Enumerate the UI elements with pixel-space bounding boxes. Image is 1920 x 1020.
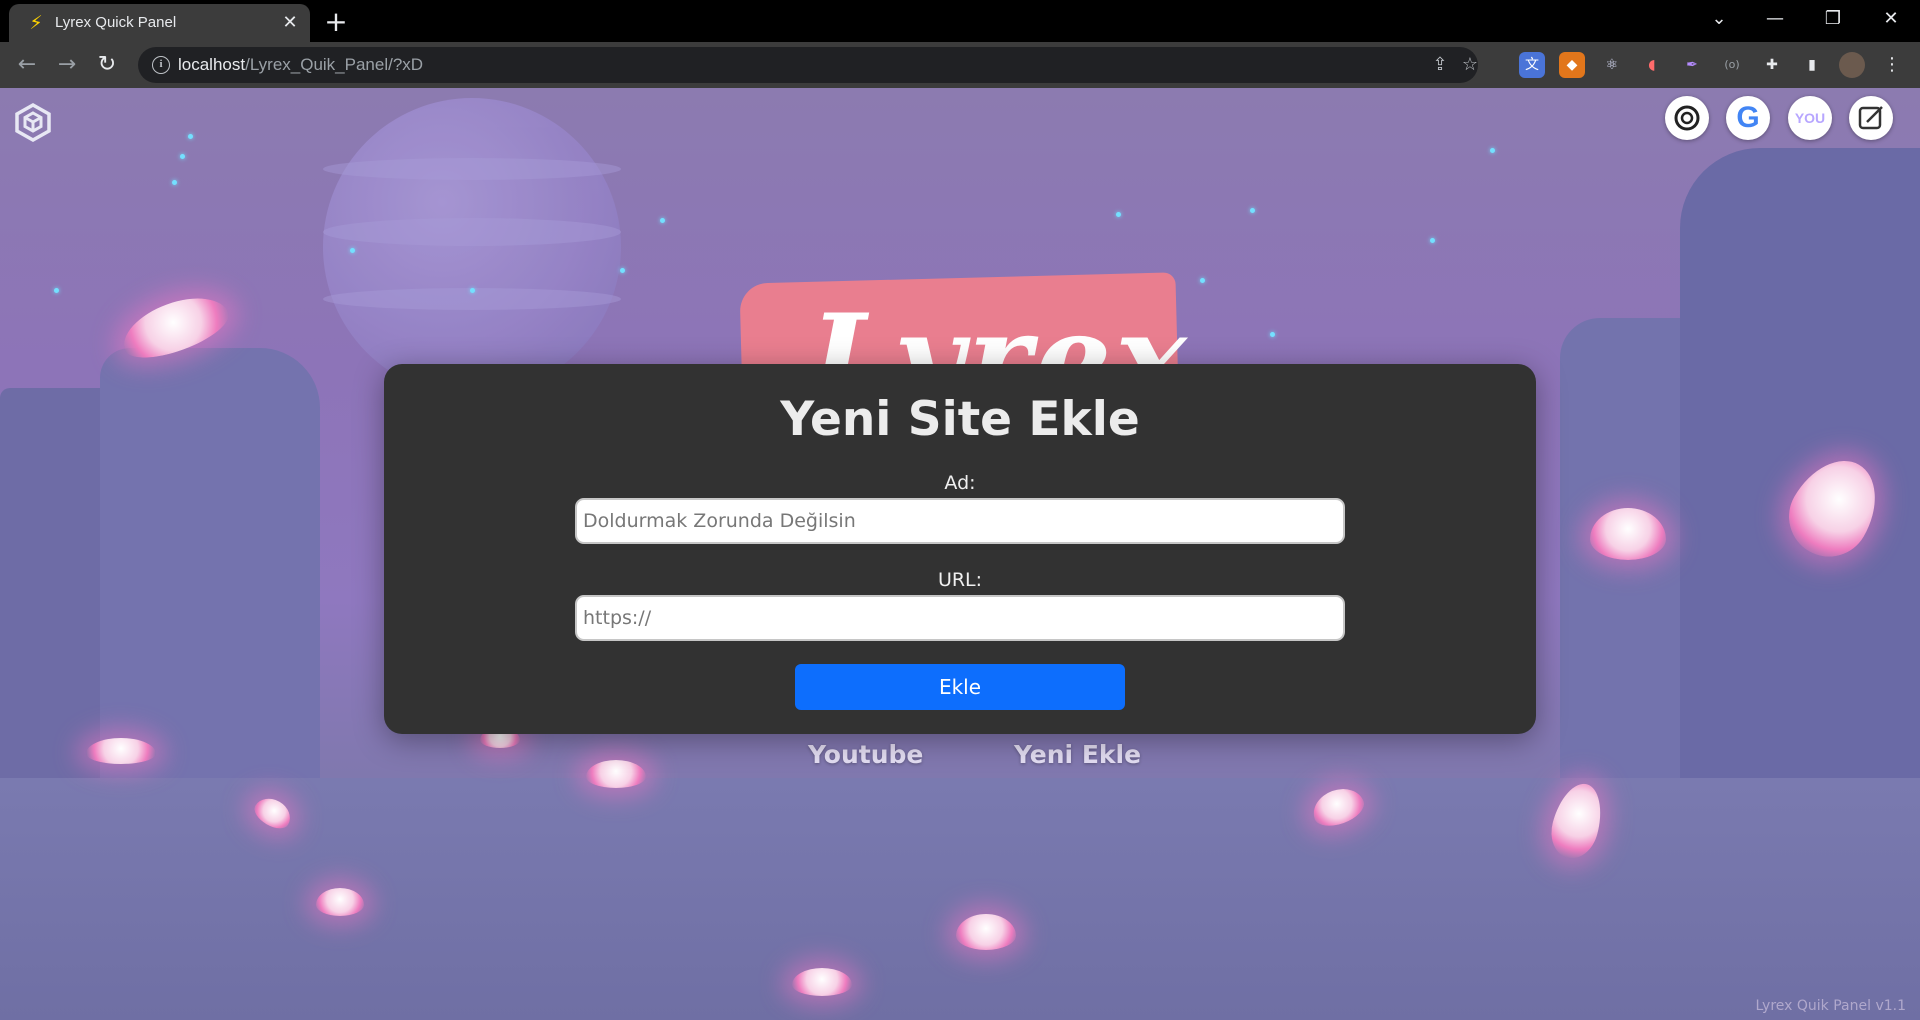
tab-strip: ⚡ Lyrex Quick Panel ✕ + ⌄ — ❐ ✕ [0, 0, 1920, 42]
url-label: URL: [937, 569, 983, 591]
minimize-icon[interactable]: — [1752, 0, 1798, 38]
add-site-modal: Yeni Site Ekle Ad: URL: Ekle [384, 364, 1536, 734]
forward-icon[interactable]: → [51, 49, 83, 81]
bracket-icon[interactable]: (o) [1719, 52, 1745, 78]
feather-icon[interactable]: ✒ [1679, 52, 1705, 78]
tab-search-icon[interactable]: ⌄ [1696, 0, 1742, 38]
lightning-icon: ⚡ [29, 12, 43, 34]
reload-icon[interactable]: ↻ [91, 49, 123, 81]
bookmark-star-icon[interactable]: ☆ [1458, 53, 1482, 77]
site-info-icon[interactable]: i [152, 56, 170, 74]
version-label: Lyrex Quik Panel v1.1 [1755, 998, 1906, 1014]
tab-title: Lyrex Quick Panel [55, 14, 177, 31]
google-icon[interactable]: G [1726, 96, 1770, 140]
edit-icon[interactable] [1849, 96, 1893, 140]
share-icon[interactable]: ⇪ [1428, 53, 1452, 77]
cube-icon[interactable] [13, 102, 53, 142]
puzzle-icon[interactable]: ✚ [1759, 52, 1785, 78]
name-label: Ad: [944, 472, 976, 494]
menu-icon[interactable]: ⋮ [1879, 52, 1905, 78]
address-bar[interactable]: i localhost/Lyrex_Quik_Panel/?xD ⇪ ☆ [138, 47, 1478, 83]
openai-icon[interactable] [1665, 96, 1709, 140]
planet-illustration [323, 98, 621, 396]
page-viewport: Lyrex G YOU Youtube Yeni Ekle Lyrex Quik… [0, 88, 1920, 1020]
back-icon[interactable]: ← [11, 49, 43, 81]
shortcut-add-new[interactable]: Yeni Ekle [1014, 740, 1141, 769]
new-tab-icon[interactable]: + [322, 8, 350, 37]
close-tab-icon[interactable]: ✕ [279, 12, 301, 34]
url-text[interactable]: localhost/Lyrex_Quik_Panel/?xD [178, 55, 423, 75]
side-panel-icon[interactable]: ▮ [1799, 52, 1825, 78]
name-input[interactable] [575, 498, 1345, 544]
you-icon[interactable]: YOU [1788, 96, 1832, 140]
extension-icon[interactable]: ◖ [1639, 52, 1665, 78]
window-close-icon[interactable]: ✕ [1868, 0, 1914, 38]
metamask-icon[interactable]: ◆ [1559, 52, 1585, 78]
react-devtools-icon[interactable]: ⚛ [1599, 52, 1625, 78]
browser-tab[interactable]: ⚡ Lyrex Quick Panel ✕ [9, 4, 310, 42]
add-button[interactable]: Ekle [795, 664, 1125, 710]
modal-title: Yeni Site Ekle [780, 392, 1140, 447]
shortcut-youtube[interactable]: Youtube [808, 740, 923, 769]
avatar[interactable] [1839, 52, 1865, 78]
restore-icon[interactable]: ❐ [1810, 0, 1856, 38]
browser-toolbar: ← → ↻ i localhost/Lyrex_Quik_Panel/?xD ⇪… [0, 42, 1920, 88]
translate-icon[interactable]: 文 [1519, 52, 1545, 78]
url-input[interactable] [575, 595, 1345, 641]
